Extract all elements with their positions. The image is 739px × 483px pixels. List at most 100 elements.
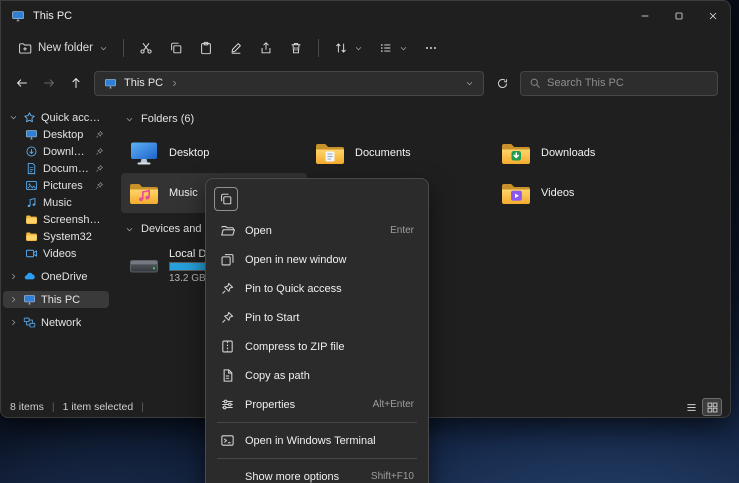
properties-icon — [220, 397, 235, 412]
menu-item-label: Open in Windows Terminal — [245, 435, 376, 447]
copy-button[interactable] — [162, 36, 190, 60]
see-more-icon — [424, 41, 438, 55]
documents-icon — [25, 162, 38, 175]
sidebar-item-pictures[interactable]: Pictures — [3, 177, 109, 194]
sidebar-item-desktop[interactable]: Desktop — [3, 126, 109, 143]
chevron-right-icon[interactable] — [170, 79, 179, 88]
menu-divider — [217, 422, 417, 423]
folder-tile-videos[interactable]: Videos — [493, 173, 679, 213]
navigation-pane: Quick access Desktop Downloads Documents — [1, 101, 113, 397]
videos-icon — [25, 247, 38, 260]
folder-icon — [25, 213, 38, 226]
sidebar-item-system32[interactable]: System32 — [3, 228, 109, 245]
maximize-button[interactable] — [662, 1, 696, 31]
close-button[interactable] — [696, 1, 730, 31]
menu-item-show-more-options[interactable]: Show more options Shift+F10 — [211, 462, 423, 483]
menu-item-open-in-windows-terminal[interactable]: Open in Windows Terminal — [211, 426, 423, 455]
sidebar-item-music[interactable]: Music — [3, 194, 109, 211]
sidebar-item-videos[interactable]: Videos — [3, 245, 109, 262]
folder-name: Desktop — [169, 147, 209, 159]
sidebar-item-label: Videos — [43, 248, 76, 260]
share-button[interactable] — [252, 36, 280, 60]
copy-icon — [169, 41, 183, 55]
menu-item-copy-as-path[interactable]: Copy as path — [211, 361, 423, 390]
chevron-down-icon — [354, 44, 363, 53]
delete-icon — [289, 41, 303, 55]
window-title: This PC — [33, 10, 72, 22]
menu-item-shortcut: Alt+Enter — [373, 399, 414, 410]
view-icon — [379, 41, 393, 55]
folder-tile-downloads[interactable]: Downloads — [493, 133, 679, 173]
search-box[interactable] — [520, 71, 718, 96]
menu-item-pin-to-start[interactable]: Pin to Start — [211, 303, 423, 332]
menu-item-label: Compress to ZIP file — [245, 341, 344, 353]
context-copy-button[interactable] — [214, 187, 238, 211]
terminal-icon — [220, 433, 235, 448]
sidebar-item-documents[interactable]: Documents — [3, 160, 109, 177]
copy-path-icon — [220, 368, 235, 383]
sort-button[interactable] — [327, 36, 370, 60]
cut-icon — [139, 41, 153, 55]
pin-icon — [220, 281, 235, 296]
chevron-right-icon[interactable] — [9, 272, 18, 281]
chevron-down-icon[interactable] — [465, 79, 474, 88]
menu-item-properties[interactable]: Properties Alt+Enter — [211, 390, 423, 419]
sidebar-item-label: Desktop — [43, 129, 83, 141]
thumbnails-view-button[interactable] — [703, 399, 721, 415]
desktop-wallpaper: This PC New folder — [0, 0, 739, 483]
view-button[interactable] — [372, 36, 415, 60]
menu-item-label: Pin to Start — [245, 312, 299, 324]
zip-icon — [220, 339, 235, 354]
cut-button[interactable] — [132, 36, 160, 60]
menu-item-open-in-new-window[interactable]: Open in new window — [211, 245, 423, 274]
sidebar-item-downloads[interactable]: Downloads — [3, 143, 109, 160]
details-view-button[interactable] — [682, 399, 700, 415]
forward-button[interactable] — [40, 74, 58, 92]
minimize-button[interactable] — [628, 1, 662, 31]
pin-icon — [95, 164, 104, 173]
sidebar-item-screenshots[interactable]: Screenshots — [3, 211, 109, 228]
menu-divider — [217, 458, 417, 459]
sidebar-item-label: Pictures — [43, 180, 83, 192]
back-button[interactable] — [13, 74, 31, 92]
divider — [123, 39, 124, 57]
sidebar-item-network[interactable]: Network — [3, 314, 109, 331]
folder-name: Music — [169, 187, 198, 199]
sidebar-item-this-pc[interactable]: This PC — [3, 291, 109, 308]
desktop-icon — [25, 128, 38, 141]
rename-button[interactable] — [222, 36, 250, 60]
paste-button[interactable] — [192, 36, 220, 60]
new-folder-button[interactable]: New folder — [11, 36, 115, 60]
menu-item-shortcut: Shift+F10 — [371, 471, 414, 482]
folder-tile-documents[interactable]: Documents — [307, 133, 493, 173]
menu-item-label: Open — [245, 225, 272, 237]
chevron-down-icon[interactable] — [9, 113, 18, 122]
breadcrumb[interactable]: This PC — [124, 77, 163, 89]
chevron-right-icon[interactable] — [9, 295, 18, 304]
delete-button[interactable] — [282, 36, 310, 60]
chevron-down-icon[interactable] — [125, 115, 134, 124]
refresh-button[interactable] — [493, 74, 511, 92]
sidebar-item-onedrive[interactable]: OneDrive — [3, 268, 109, 285]
address-bar[interactable]: This PC — [94, 71, 484, 96]
see-more-button[interactable] — [417, 36, 445, 60]
pin-icon — [220, 310, 235, 325]
context-menu: Open Enter Open in new window Pin to Qui… — [205, 178, 429, 483]
chevron-down-icon[interactable] — [125, 225, 134, 234]
menu-item-label: Open in new window — [245, 254, 347, 266]
menu-item-open[interactable]: Open Enter — [211, 216, 423, 245]
search-input[interactable] — [547, 77, 709, 89]
chevron-right-icon[interactable] — [9, 318, 18, 327]
folder-tile-desktop[interactable]: Desktop — [121, 133, 307, 173]
menu-item-compress-to-zip[interactable]: Compress to ZIP file — [211, 332, 423, 361]
item-count: 8 items — [10, 401, 44, 413]
folders-section-header[interactable]: Folders (6) — [125, 109, 730, 129]
up-button[interactable] — [67, 74, 85, 92]
pin-icon — [95, 130, 104, 139]
divider — [318, 39, 319, 57]
documents-folder-icon — [314, 137, 346, 169]
videos-folder-icon — [500, 177, 532, 209]
sidebar-item-quick-access[interactable]: Quick access — [3, 109, 109, 126]
titlebar[interactable]: This PC — [1, 1, 730, 31]
menu-item-pin-to-quick-access[interactable]: Pin to Quick access — [211, 274, 423, 303]
